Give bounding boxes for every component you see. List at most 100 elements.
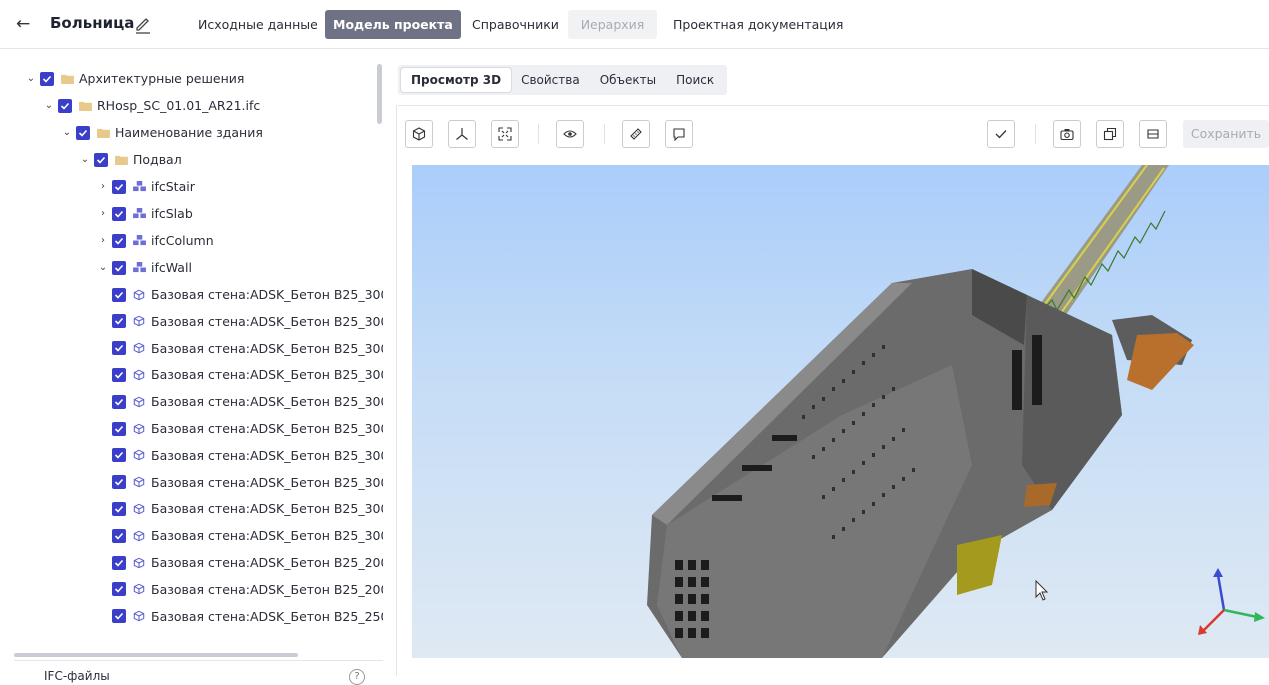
checkbox-checked[interactable] — [112, 341, 126, 356]
chevron-down-icon[interactable]: ⌄ — [60, 126, 74, 140]
cubes-icon — [132, 262, 146, 274]
toolbar-separator — [604, 124, 605, 144]
tree-node-wall-leaf[interactable]: Базовая стена:ADSK_Бетон В25_300 м — [112, 522, 383, 549]
tree-node-architecture[interactable]: ⌄ Архитектурные решения — [24, 65, 245, 92]
checkbox-checked[interactable] — [112, 582, 126, 597]
cube-icon — [132, 557, 146, 569]
axes-icon[interactable] — [448, 120, 476, 148]
help-icon[interactable]: ? — [349, 669, 365, 685]
tree-node-wall-leaf[interactable]: Базовая стена:ADSK_Бетон В25_300 м — [112, 361, 383, 388]
folder-icon — [96, 127, 110, 139]
subtab-objects[interactable]: Объекты — [590, 68, 666, 92]
tree-node-wall-leaf[interactable]: Базовая стена:ADSK_Бетон В25_300 м — [112, 469, 383, 496]
checkbox-checked[interactable] — [112, 206, 126, 221]
subtab-3d-view[interactable]: Просмотр 3D — [401, 68, 512, 92]
subtab-search[interactable]: Поиск — [666, 68, 724, 92]
mouse-cursor — [1035, 579, 1049, 601]
tree-node-label: Базовая стена:ADSK_Бетон В25_200 м — [151, 581, 383, 597]
comment-icon[interactable] — [665, 120, 693, 148]
ruler-icon[interactable] — [622, 120, 650, 148]
checkbox-checked[interactable] — [112, 475, 126, 490]
tree-node-ifcstair[interactable]: › ifcStair — [96, 173, 195, 200]
tree-node-wall-leaf[interactable]: Базовая стена:ADSK_Бетон В25_300 м — [112, 442, 383, 469]
tree-node-wall-leaf[interactable]: Базовая стена:ADSK_Бетон В25_300 м — [112, 281, 383, 308]
camera-icon[interactable] — [1053, 120, 1081, 148]
cubes-icon — [132, 208, 146, 220]
checkbox-checked[interactable] — [112, 179, 126, 194]
tree-node-wall-leaf[interactable]: Базовая стена:ADSK_Бетон В25_200 м — [112, 549, 383, 576]
chevron-right-icon[interactable]: › — [96, 180, 110, 194]
tree-node-wall-leaf[interactable]: Базовая стена:ADSK_Бетон В25_300 м — [112, 335, 383, 362]
tree-node-wall-leaf[interactable]: Базовая стена:ADSK_Бетон В25_300 м — [112, 495, 383, 522]
toolbar-separator — [538, 124, 539, 144]
tree-node-wall-leaf[interactable]: Базовая стена:ADSK_Бетон В25_300 м — [112, 388, 383, 415]
subtab-properties[interactable]: Свойства — [511, 68, 590, 92]
tree-node-label: Базовая стена:ADSK_Бетон В25_200 м — [151, 555, 383, 570]
checkbox-checked[interactable] — [112, 287, 126, 302]
tab-project-model[interactable]: Модель проекта — [325, 10, 461, 39]
tree-node-ifccolumn[interactable]: › ifcColumn — [96, 227, 214, 254]
checkbox-checked[interactable] — [112, 421, 126, 436]
check-icon[interactable] — [987, 120, 1015, 148]
checkbox-checked[interactable] — [112, 528, 126, 543]
chevron-right-icon[interactable]: › — [96, 234, 110, 248]
fit-view-icon[interactable] — [491, 120, 519, 148]
tab-project-docs[interactable]: Проектная документация — [665, 10, 851, 39]
tree-node-label: Подвал — [133, 152, 182, 167]
checkbox-checked[interactable] — [40, 71, 54, 86]
checkbox-checked[interactable] — [112, 367, 126, 382]
save-button[interactable]: Сохранить — [1183, 120, 1269, 148]
checkbox-checked[interactable] — [58, 98, 72, 113]
chevron-right-icon[interactable]: › — [96, 207, 110, 221]
tree-node-label: Базовая стена:ADSK_Бетон В25_300 м — [151, 501, 383, 517]
tab-references[interactable]: Справочники — [464, 10, 567, 39]
cube-icon — [132, 396, 146, 408]
cube-view-icon[interactable] — [405, 120, 433, 148]
chevron-down-icon[interactable]: ⌄ — [42, 99, 56, 113]
folder-icon — [78, 100, 92, 112]
checkbox-checked[interactable] — [112, 314, 126, 329]
section-icon[interactable] — [1139, 120, 1167, 148]
tree-node-ifcslab[interactable]: › ifcSlab — [96, 200, 193, 227]
checkbox-checked[interactable] — [112, 260, 126, 275]
tree-node-label: ifcSlab — [151, 206, 193, 221]
copy-icon[interactable] — [1096, 120, 1124, 148]
eye-icon[interactable] — [556, 120, 584, 148]
tree-node-ifcwall[interactable]: ⌄ ifcWall — [96, 254, 192, 281]
chevron-down-icon[interactable]: ⌄ — [96, 261, 110, 275]
tree-vertical-scrollbar[interactable] — [377, 64, 382, 124]
tab-hierarchy[interactable]: Иерархия — [568, 10, 657, 39]
pencil-icon[interactable] — [134, 14, 152, 34]
cube-icon — [132, 449, 146, 461]
tree-node-wall-leaf[interactable]: Базовая стена:ADSK_Бетон В25_200 м — [112, 576, 383, 603]
checkbox-checked[interactable] — [94, 152, 108, 167]
chevron-down-icon[interactable]: ⌄ — [24, 72, 38, 86]
ifc-files-section[interactable]: IFC-файлы ? — [14, 660, 383, 685]
checkbox-checked[interactable] — [112, 555, 126, 570]
tree-node-building[interactable]: ⌄ Наименование здания — [60, 119, 263, 146]
tree-node-label: ifcColumn — [151, 233, 214, 248]
panel-divider — [396, 105, 397, 676]
tree-node-label: Базовая стена:ADSK_Бетон В25_300 м — [151, 421, 383, 436]
tree-node-label: Архитектурные решения — [79, 71, 245, 86]
checkbox-checked[interactable] — [112, 233, 126, 248]
checkbox-checked[interactable] — [112, 448, 126, 463]
tree-node-ifc-file[interactable]: ⌄ RHosp_SC_01.01_AR21.ifc — [42, 92, 260, 119]
checkbox-checked[interactable] — [76, 125, 90, 140]
checkbox-checked[interactable] — [112, 609, 126, 624]
tree-node-basement[interactable]: ⌄ Подвал — [78, 146, 182, 173]
checkbox-checked[interactable] — [112, 394, 126, 409]
arrow-left-icon[interactable]: ← — [16, 13, 36, 35]
tree-node-label: Базовая стена:ADSK_Бетон В25_300 м — [151, 528, 383, 544]
toolbar-separator — [1035, 124, 1036, 144]
tree-node-label: Базовая стена:ADSK_Бетон В25_300 м — [151, 340, 383, 356]
tab-source-data[interactable]: Исходные данные — [190, 10, 326, 39]
tree-horizontal-scrollbar[interactable] — [14, 653, 298, 657]
tree-node-wall-leaf[interactable]: Базовая стена:ADSK_Бетон В25_250:2( — [112, 603, 383, 630]
top-bar: ← Больница Исходные данные Модель проект… — [0, 0, 1269, 49]
3d-viewport[interactable] — [412, 165, 1269, 658]
checkbox-checked[interactable] — [112, 501, 126, 516]
tree-node-wall-leaf[interactable]: Базовая стена:ADSK_Бетон В25_300 м — [112, 308, 383, 335]
chevron-down-icon[interactable]: ⌄ — [78, 153, 92, 167]
tree-node-wall-leaf[interactable]: Базовая стена:ADSK_Бетон В25_300 м — [112, 415, 383, 442]
